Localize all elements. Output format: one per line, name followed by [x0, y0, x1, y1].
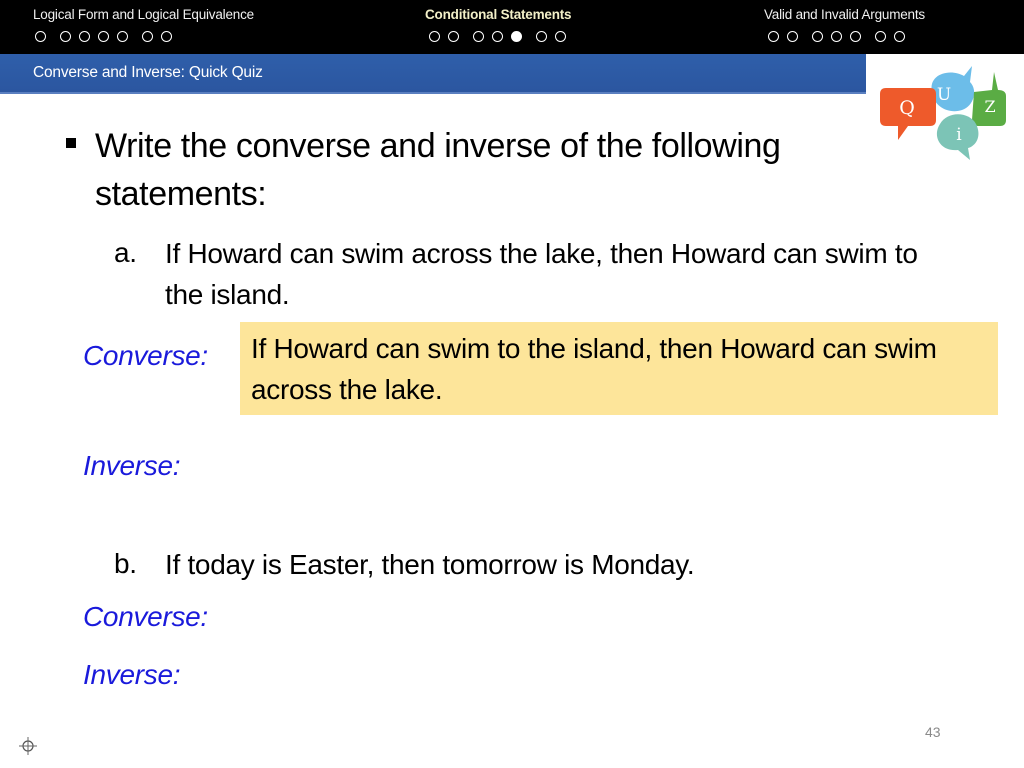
- slide-dot[interactable]: [768, 31, 779, 42]
- item-a-converse-answer-box: If Howard can swim to the island, then H…: [240, 322, 998, 415]
- slide-dot[interactable]: [831, 31, 842, 42]
- page-number: 43: [925, 724, 941, 740]
- item-a-statement: If Howard can swim across the lake, then…: [165, 238, 918, 310]
- logo-letter-u: U: [937, 85, 951, 105]
- slide-dot[interactable]: [161, 31, 172, 42]
- item-b-letter: b.: [114, 548, 137, 579]
- nav-section-title[interactable]: Logical Form and Logical Equivalence: [33, 7, 254, 22]
- slide-dot[interactable]: [875, 31, 886, 42]
- slide-dot[interactable]: [448, 31, 459, 42]
- slide-dot[interactable]: [812, 31, 823, 42]
- slide-dot[interactable]: [142, 31, 153, 42]
- slide-title-bar: Converse and Inverse: Quick Quiz: [0, 54, 866, 94]
- section-navigation-bar: Logical Form and Logical Equivalence Con…: [0, 0, 1024, 54]
- crosshair-icon[interactable]: [19, 737, 37, 755]
- slide-dot[interactable]: [850, 31, 861, 42]
- item-a-converse-answer: If Howard can swim to the island, then H…: [251, 333, 937, 405]
- item-a-letter: a.: [114, 237, 137, 268]
- instruction-text: Write the converse and inverse of the fo…: [95, 127, 781, 213]
- logo-letter-z: Z: [984, 97, 995, 116]
- logo-letter-q: Q: [899, 97, 915, 119]
- slide-dot[interactable]: [787, 31, 798, 42]
- item-b-inverse-label: Inverse:: [83, 659, 181, 690]
- item-a-converse-label: Converse:: [83, 340, 208, 371]
- slide-dot[interactable]: [492, 31, 503, 42]
- bullet-square-icon: [66, 138, 76, 148]
- slide-dot[interactable]: [35, 31, 46, 42]
- slide-dot[interactable]: [429, 31, 440, 42]
- item-b-converse-label: Converse:: [83, 601, 208, 632]
- slide-dots: [35, 31, 180, 42]
- slide-dot[interactable]: [555, 31, 566, 42]
- slide-dot[interactable]: [894, 31, 905, 42]
- slide-dot[interactable]: [79, 31, 90, 42]
- slide-dot[interactable]: [473, 31, 484, 42]
- quiz-speech-bubbles-icon: Q U Z i: [880, 66, 1006, 160]
- slide-dot-current[interactable]: [511, 31, 522, 42]
- slide-dots: [768, 31, 913, 42]
- slide-title: Converse and Inverse: Quick Quiz: [33, 64, 263, 81]
- slide-dots: [429, 31, 574, 42]
- slide-dot[interactable]: [98, 31, 109, 42]
- item-a-inverse-label: Inverse:: [83, 450, 181, 481]
- item-b-statement: If today is Easter, then tomorrow is Mon…: [165, 549, 695, 580]
- nav-section-title[interactable]: Conditional Statements: [425, 7, 572, 22]
- slide-dot[interactable]: [536, 31, 547, 42]
- slide-dot[interactable]: [117, 31, 128, 42]
- logo-letter-i: i: [956, 125, 962, 145]
- slide-dot[interactable]: [60, 31, 71, 42]
- nav-section-title[interactable]: Valid and Invalid Arguments: [764, 7, 925, 22]
